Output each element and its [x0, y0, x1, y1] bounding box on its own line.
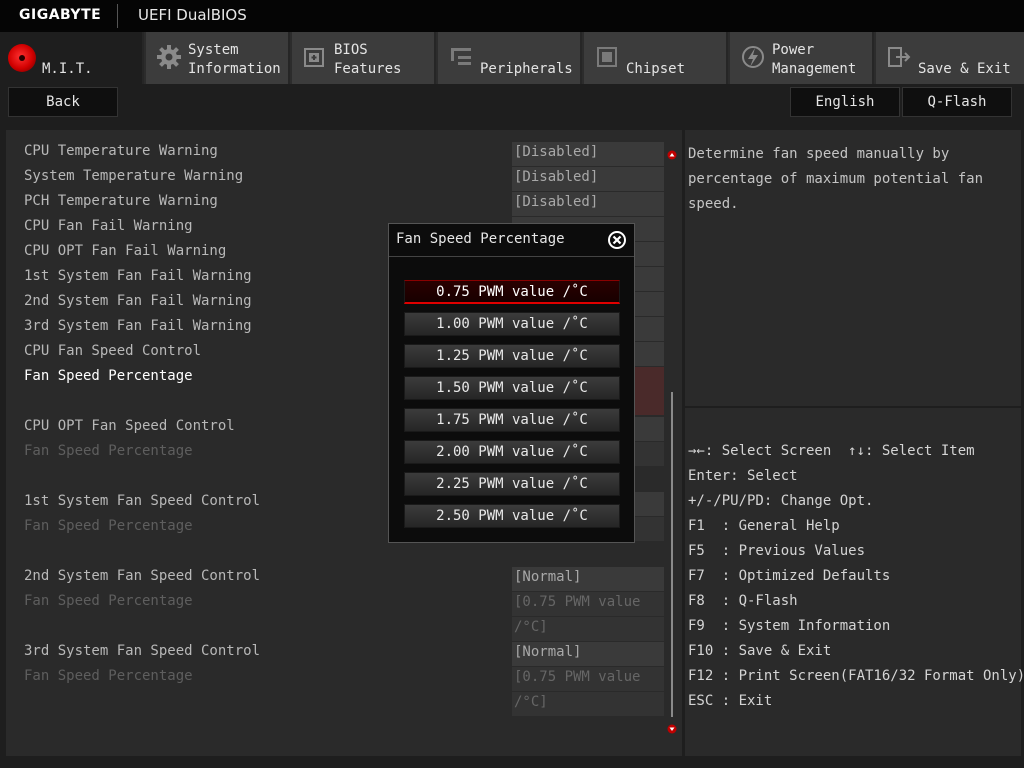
language-button[interactable]: English: [790, 87, 900, 117]
tab-chipset[interactable]: Chipset: [584, 32, 728, 84]
setting-label[interactable]: Fan Speed Percentage: [24, 443, 193, 459]
tab-save-exit[interactable]: Save & Exit: [876, 32, 1024, 84]
fan-speed-option[interactable]: 1.50 PWM value /˚C: [404, 376, 620, 400]
toolbar: Back English Q-Flash: [0, 84, 1024, 126]
setting-label[interactable]: CPU OPT Fan Speed Control: [24, 418, 235, 434]
scroll-down-arrow-icon[interactable]: [667, 724, 677, 734]
tab-label-line2: Features: [334, 61, 402, 77]
tab-label: Chipset: [626, 61, 686, 77]
tab-power-management[interactable]: Power Management: [730, 32, 874, 84]
tab-label: Peripherals: [480, 61, 573, 77]
main-tabs: M.I.T. System Information BIOS Features: [0, 32, 1024, 84]
setting-label[interactable]: Fan Speed Percentage: [24, 668, 193, 684]
setting-label[interactable]: Fan Speed Percentage: [24, 593, 193, 609]
mit-orb-icon: [8, 44, 36, 72]
bios-chip-icon: [304, 48, 324, 67]
key-hint: Enter: Select: [688, 468, 798, 484]
qflash-button[interactable]: Q-Flash: [902, 87, 1012, 117]
setting-label[interactable]: 3rd System Fan Fail Warning: [24, 318, 252, 334]
scrollbar-track[interactable]: [671, 392, 673, 717]
help-description: Determine fan speed manually by percenta…: [688, 146, 984, 212]
product-title: UEFI DualBIOS: [138, 6, 247, 24]
key-hint: F12 : Print Screen(FAT16/32 Format Only): [688, 668, 1024, 684]
brand-logo: GIGABYTE: [19, 7, 102, 23]
dialog-divider: [389, 256, 634, 257]
fan-speed-option[interactable]: 2.50 PWM value /˚C: [404, 504, 620, 528]
key-hint: F8 : Q-Flash: [688, 593, 798, 609]
fan-speed-option[interactable]: 2.00 PWM value /˚C: [404, 440, 620, 464]
setting-value[interactable]: [Normal]: [512, 642, 664, 666]
fan-speed-dialog: Fan Speed Percentage 0.75 PWM value /˚C 1…: [388, 223, 635, 543]
setting-label[interactable]: 2nd System Fan Speed Control: [24, 568, 260, 584]
tab-label-line1: BIOS: [334, 42, 368, 58]
fan-speed-option[interactable]: 1.75 PWM value /˚C: [404, 408, 620, 432]
setting-label[interactable]: 1st System Fan Speed Control: [24, 493, 260, 509]
fan-speed-option[interactable]: 1.25 PWM value /˚C: [404, 344, 620, 368]
tab-label: Save & Exit: [918, 61, 1011, 77]
fan-speed-option[interactable]: 0.75 PWM value /˚C: [404, 280, 620, 304]
chipset-icon: [597, 47, 617, 67]
exit-door-icon: [888, 47, 911, 67]
tab-peripherals[interactable]: Peripherals: [438, 32, 582, 84]
setting-label[interactable]: Fan Speed Percentage: [24, 518, 193, 534]
setting-label[interactable]: 2nd System Fan Fail Warning: [24, 293, 252, 309]
key-hint: F7 : Optimized Defaults: [688, 568, 891, 584]
close-icon[interactable]: [607, 230, 627, 250]
power-icon: [742, 46, 764, 68]
setting-label[interactable]: CPU OPT Fan Fail Warning: [24, 243, 226, 259]
header-divider: [117, 4, 118, 28]
setting-value[interactable]: [Normal]: [512, 567, 664, 591]
scroll-up-arrow-icon[interactable]: [667, 150, 677, 160]
setting-value[interactable]: [Disabled]: [512, 167, 664, 191]
key-hint: ESC : Exit: [688, 693, 773, 709]
back-button[interactable]: Back: [8, 87, 118, 117]
setting-label[interactable]: CPU Fan Fail Warning: [24, 218, 193, 234]
peripherals-icon: [451, 48, 471, 65]
tab-label-line2: Management: [772, 61, 857, 77]
setting-value[interactable]: [0.75 PWM value: [512, 592, 664, 616]
setting-value-cont: /°C]: [512, 617, 664, 641]
setting-label[interactable]: System Temperature Warning: [24, 168, 243, 184]
fan-speed-option[interactable]: 1.00 PWM value /˚C: [404, 312, 620, 336]
dialog-title: Fan Speed Percentage: [396, 231, 565, 247]
key-hint: +/-/PU/PD: Change Opt.: [688, 493, 874, 509]
gear-icon: [157, 45, 181, 69]
setting-label[interactable]: 3rd System Fan Speed Control: [24, 643, 260, 659]
tab-bios-features[interactable]: BIOS Features: [292, 32, 436, 84]
setting-label[interactable]: 1st System Fan Fail Warning: [24, 268, 252, 284]
key-hint: F5 : Previous Values: [688, 543, 866, 559]
key-hint: F10 : Save & Exit: [688, 643, 832, 659]
setting-value[interactable]: [0.75 PWM value: [512, 667, 664, 691]
key-hint: →←: Select Screen ↑↓: Select Item: [688, 443, 975, 459]
key-hint: F1 : General Help: [688, 518, 840, 534]
setting-value[interactable]: [Disabled]: [512, 192, 664, 216]
tab-label-line1: System: [188, 42, 239, 58]
tab-label: M.I.T.: [42, 61, 93, 77]
setting-label[interactable]: PCH Temperature Warning: [24, 193, 218, 209]
fan-speed-option[interactable]: 2.25 PWM value /˚C: [404, 472, 620, 496]
setting-label[interactable]: CPU Temperature Warning: [24, 143, 218, 159]
tab-mit[interactable]: M.I.T.: [0, 32, 144, 84]
tab-system-information[interactable]: System Information: [146, 32, 290, 84]
setting-value[interactable]: [Disabled]: [512, 142, 664, 166]
setting-label[interactable]: CPU Fan Speed Control: [24, 343, 201, 359]
setting-label[interactable]: Fan Speed Percentage: [24, 368, 193, 384]
setting-value-cont: /°C]: [512, 692, 664, 716]
top-header: GIGABYTE UEFI DualBIOS: [0, 0, 1024, 32]
tab-label-line1: Power: [772, 42, 815, 58]
key-hint: F9 : System Information: [688, 618, 891, 634]
tab-label-line2: Information: [188, 61, 281, 77]
